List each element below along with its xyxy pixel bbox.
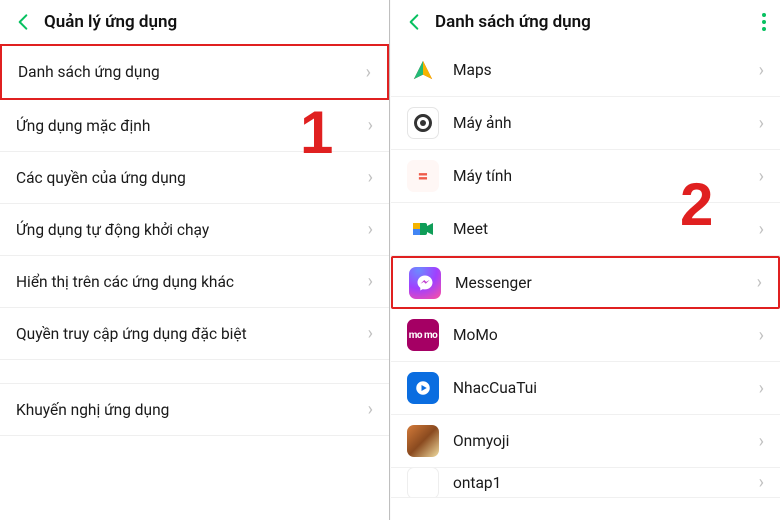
- app-row-ontap1[interactable]: ontap1 ›: [391, 468, 780, 498]
- app-row-momo[interactable]: mo mo MoMo ›: [391, 309, 780, 362]
- app-row-messenger[interactable]: Messenger ›: [391, 256, 780, 309]
- app-row-onmyoji[interactable]: Onmyoji ›: [391, 415, 780, 468]
- panel-app-list: Danh sách ứng dụng Maps › Máy ảnh › = Má…: [391, 0, 780, 520]
- messenger-icon: [409, 267, 441, 299]
- chevron-right-icon: ›: [757, 272, 762, 293]
- app-row-nhaccuatui[interactable]: NhacCuaTui ›: [391, 362, 780, 415]
- onmyoji-icon: [407, 425, 439, 457]
- section-divider: [0, 360, 389, 384]
- ontap-icon: [407, 468, 439, 498]
- calculator-icon: =: [407, 160, 439, 192]
- chevron-right-icon: ›: [366, 62, 371, 83]
- row-app-permissions[interactable]: Các quyền của ứng dụng ›: [0, 152, 389, 204]
- chevron-right-icon: ›: [368, 219, 373, 240]
- page-title: Quản lý ứng dụng: [44, 12, 177, 32]
- app-list: Maps › Máy ảnh › = Máy tính › Meet ›: [391, 44, 780, 498]
- header: Danh sách ứng dụng: [391, 0, 780, 44]
- row-app-recommendations[interactable]: Khuyến nghị ứng dụng ›: [0, 384, 389, 436]
- row-default-apps[interactable]: Ứng dụng mặc định ›: [0, 100, 389, 152]
- app-row-camera[interactable]: Máy ảnh ›: [391, 97, 780, 150]
- app-label: Messenger: [455, 274, 757, 292]
- row-special-access[interactable]: Quyền truy cập ứng dụng đặc biệt ›: [0, 308, 389, 360]
- chevron-right-icon: ›: [759, 325, 764, 346]
- chevron-right-icon: ›: [759, 378, 764, 399]
- chevron-right-icon: ›: [759, 60, 764, 81]
- row-label: Quyền truy cập ứng dụng đặc biệt: [16, 325, 368, 343]
- chevron-right-icon: ›: [759, 219, 764, 240]
- row-label: Khuyến nghị ứng dụng: [16, 401, 368, 419]
- back-arrow-icon[interactable]: [403, 11, 425, 33]
- chevron-right-icon: ›: [759, 113, 764, 134]
- row-label: Ứng dụng tự động khởi chạy: [16, 221, 368, 239]
- row-label: Các quyền của ứng dụng: [16, 169, 368, 187]
- app-label: Onmyoji: [453, 432, 759, 450]
- header: Quản lý ứng dụng: [0, 0, 389, 44]
- meet-icon: [407, 213, 439, 245]
- app-label: Maps: [453, 61, 759, 79]
- app-row-maps[interactable]: Maps ›: [391, 44, 780, 97]
- app-label: NhacCuaTui: [453, 379, 759, 397]
- app-label: Máy ảnh: [453, 114, 759, 132]
- camera-icon: [407, 107, 439, 139]
- chevron-right-icon: ›: [368, 399, 373, 420]
- chevron-right-icon: ›: [759, 431, 764, 452]
- app-row-calculator[interactable]: = Máy tính ›: [391, 150, 780, 203]
- app-label: Máy tính: [453, 167, 759, 185]
- app-label: ontap1: [453, 474, 759, 492]
- settings-list: Danh sách ứng dụng › Ứng dụng mặc định ›…: [0, 44, 389, 436]
- page-title: Danh sách ứng dụng: [435, 12, 591, 32]
- row-display-over-apps[interactable]: Hiển thị trên các ứng dụng khác ›: [0, 256, 389, 308]
- row-autostart[interactable]: Ứng dụng tự động khởi chạy ›: [0, 204, 389, 256]
- app-label: MoMo: [453, 326, 759, 344]
- row-label: Danh sách ứng dụng: [18, 63, 366, 81]
- more-menu-icon[interactable]: [762, 13, 766, 31]
- row-label: Hiển thị trên các ứng dụng khác: [16, 273, 368, 291]
- nhaccuatui-icon: [407, 372, 439, 404]
- back-arrow-icon[interactable]: [12, 11, 34, 33]
- chevron-right-icon: ›: [759, 472, 764, 493]
- panel-app-management: Quản lý ứng dụng Danh sách ứng dụng › Ứn…: [0, 0, 390, 520]
- chevron-right-icon: ›: [368, 167, 373, 188]
- row-label: Ứng dụng mặc định: [16, 117, 368, 135]
- app-row-meet[interactable]: Meet ›: [391, 203, 780, 256]
- chevron-right-icon: ›: [368, 271, 373, 292]
- chevron-right-icon: ›: [368, 115, 373, 136]
- momo-icon: mo mo: [407, 319, 439, 351]
- chevron-right-icon: ›: [368, 323, 373, 344]
- app-label: Meet: [453, 220, 759, 238]
- row-app-list[interactable]: Danh sách ứng dụng ›: [0, 44, 389, 100]
- maps-icon: [407, 54, 439, 86]
- chevron-right-icon: ›: [759, 166, 764, 187]
